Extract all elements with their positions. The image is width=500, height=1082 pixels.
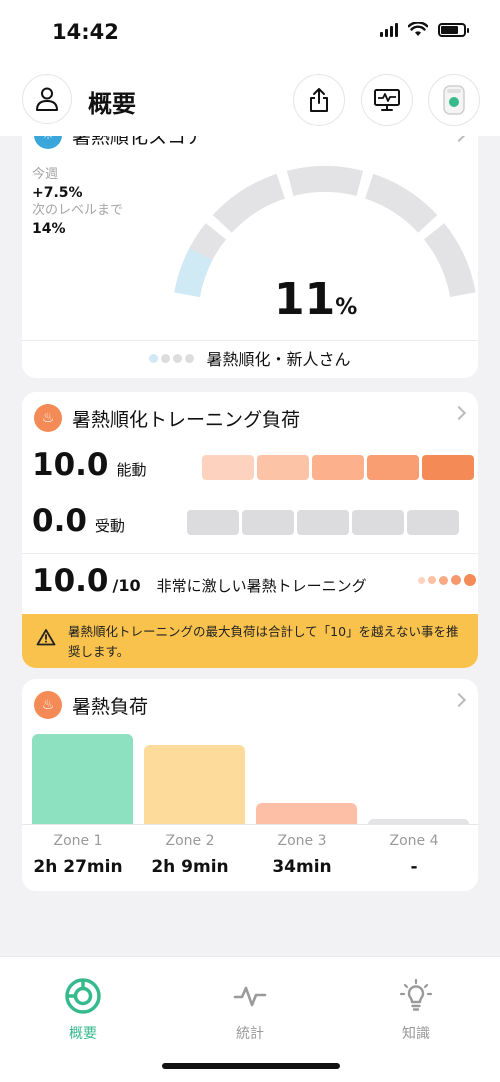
zone-bar-2 [144, 745, 245, 824]
score-summary: 今週 +7.5% 次のレベルまで 14% [32, 166, 132, 238]
active-load-segment [257, 455, 309, 480]
passive-value: 0.0 [32, 503, 87, 539]
acclimation-score-title: 暑熱順化スコア [72, 136, 206, 148]
gauge-segment [286, 166, 364, 197]
active-value: 10.0 [32, 447, 109, 483]
passive-load-bars [187, 510, 459, 535]
total-value: 10.0 [32, 563, 109, 599]
active-load-segment [367, 455, 419, 480]
zone-label-2: Zone 2 [165, 833, 215, 849]
heat-zone-chart [32, 731, 478, 824]
pulse-icon [233, 986, 267, 1007]
training-load-title: 暑熱順化トレーニング負荷 [72, 408, 301, 431]
training-load-card[interactable]: ♨ 暑熱順化トレーニング負荷 10.0 能動 0.0 受動 10.0 /10 非… [22, 392, 478, 668]
warning-icon [36, 629, 56, 646]
heat-load-card[interactable]: ♨ 暑熱負荷 Zone 1 2h 27min Zone 2 2h 9min Zone 3… [22, 679, 478, 891]
zone-bar-3 [256, 803, 357, 824]
divider [22, 340, 478, 341]
acclimation-icon: ☀ [34, 136, 62, 149]
total-label: 非常に激しい暑熱トレーニング [156, 577, 367, 595]
active-load-bars [202, 455, 474, 480]
active-load-segment [422, 455, 474, 480]
next-level-label: 次のレベルまで [32, 203, 124, 218]
active-load-segment [202, 455, 254, 480]
warning-banner: 暑熱順化トレーニングの最大負荷は合計して「10」を越えない事を推奨します。 [22, 614, 478, 668]
passive-row: 0.0 受動 [32, 503, 125, 539]
monitor-button[interactable] [361, 74, 413, 126]
zone-label-4: Zone 4 [389, 833, 439, 849]
passive-label: 受動 [94, 517, 125, 535]
cellular-signal-icon [380, 22, 398, 37]
gauge-fill [174, 248, 213, 298]
tab-label-overview: 概要 [69, 1026, 97, 1042]
active-load-segment [312, 455, 364, 480]
battery-icon [438, 22, 469, 37]
next-level-value: 14% [32, 221, 66, 237]
passive-load-segment [242, 510, 294, 535]
home-indicator [162, 1063, 340, 1069]
profile-button[interactable] [22, 74, 72, 124]
overview-icon [65, 978, 101, 1014]
total-row: 10.0 /10 非常に激しい暑熱トレーニング [32, 563, 367, 599]
status-bar: 14:42 [0, 0, 500, 62]
passive-load-segment [187, 510, 239, 535]
flame-icon: ♨ [34, 404, 62, 432]
status-icons [380, 22, 469, 37]
sensor-device-icon [443, 85, 465, 115]
passive-load-segment [407, 510, 459, 535]
training-load-header: ♨ 暑熱順化トレーニング負荷 [34, 403, 300, 433]
tab-knowledge[interactable]: 知識 [356, 977, 476, 1043]
warning-text: 暑熱順化トレーニングの最大負荷は合計して「10」を越えない事を推奨します。 [68, 624, 459, 659]
level-dots [149, 353, 195, 363]
level-text: 暑熱順化・新人さん [206, 350, 351, 369]
gauge-segment [212, 173, 286, 233]
tab-label-knowledge: 知識 [402, 1026, 430, 1042]
score-number: 11 [274, 274, 336, 325]
share-button[interactable] [293, 74, 345, 126]
tab-statistics[interactable]: 統計 [190, 977, 310, 1043]
zone-bar-1 [32, 734, 133, 824]
app-header: 概要 [0, 62, 500, 136]
chevron-right-icon [451, 136, 467, 143]
chevron-right-icon [451, 405, 467, 421]
lightbulb-icon [399, 978, 433, 1011]
acclimation-score-header: ☀ 暑熱順化スコア [34, 136, 205, 150]
monitor-icon [374, 89, 400, 111]
active-label: 能動 [116, 461, 147, 479]
active-row: 10.0 能動 [32, 447, 147, 483]
chevron-right-icon [451, 692, 467, 708]
zone-label-1: Zone 1 [53, 833, 103, 849]
zone-value-4: - [410, 857, 418, 877]
zone-value-2: 2h 9min [151, 857, 229, 877]
device-button[interactable] [428, 74, 480, 126]
zone-value-3: 34min [272, 857, 332, 877]
flame-icon: ♨ [34, 691, 62, 719]
gauge-segment [423, 223, 476, 298]
score-unit: % [335, 295, 358, 320]
zone-value-1: 2h 27min [33, 857, 123, 877]
page-title: 概要 [88, 90, 136, 118]
acclimation-score-card[interactable]: ☀ 暑熱順化スコア 今週 +7.5% 次のレベルまで 14% 11% 暑熱順化・… [22, 136, 478, 378]
level-indicator: 暑熱順化・新人さん [22, 346, 478, 370]
tab-overview[interactable]: 概要 [23, 977, 143, 1043]
heat-load-title: 暑熱負荷 [72, 695, 149, 718]
intensity-dots [418, 574, 476, 586]
status-time: 14:42 [52, 20, 119, 44]
heat-load-header: ♨ 暑熱負荷 [34, 690, 148, 720]
gauge-segment [364, 173, 438, 233]
score-value: 11% [274, 274, 357, 325]
share-icon [310, 88, 328, 112]
passive-load-segment [297, 510, 349, 535]
wifi-icon [408, 22, 428, 36]
divider [22, 553, 478, 554]
passive-load-segment [352, 510, 404, 535]
this-week-label: 今週 [32, 167, 59, 182]
this-week-value: +7.5% [32, 185, 83, 201]
total-unit: /10 [112, 576, 141, 595]
tab-label-statistics: 統計 [236, 1026, 264, 1042]
person-icon [36, 87, 58, 111]
zone-label-3: Zone 3 [277, 833, 327, 849]
zone-baseline [22, 824, 478, 825]
